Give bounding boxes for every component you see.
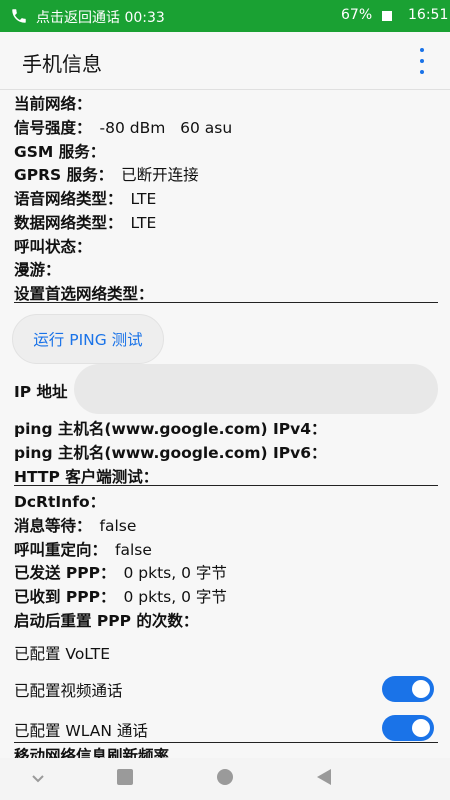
page-title: 手机信息: [22, 52, 102, 76]
ip-address-label: IP 地址: [14, 383, 68, 401]
ppp-sent-label: 已发送 PPP：: [14, 564, 116, 582]
toggle-knob: [412, 680, 430, 698]
call-state-label: 呼叫状态：: [14, 238, 92, 256]
call-redirect-value: false: [115, 541, 152, 559]
data-network-type-value: LTE: [130, 214, 157, 232]
signal-strength-label: 信号强度：: [14, 119, 92, 137]
ppp-reset-count-label: 启动后重置 PPP 的次数：: [14, 612, 199, 630]
gprs-service-value: 已断开连接: [121, 166, 199, 184]
message-waiting-label: 消息等待：: [14, 517, 92, 535]
preferred-network-label[interactable]: 设置首选网络类型：: [14, 285, 154, 303]
app-bar: 手机信息: [0, 32, 450, 90]
ppp-reset-count-row: 启动后重置 PPP 的次数：: [14, 609, 206, 631]
phone-icon: [12, 9, 26, 23]
home-icon[interactable]: [216, 768, 234, 786]
data-network-type-row: 数据网络类型： LTE: [14, 211, 156, 233]
volte-provisioned-label: 已配置 VoLTE: [14, 645, 111, 663]
collapse-icon[interactable]: [30, 771, 46, 787]
signal-strength-value: -80 dBm 60 asu: [99, 119, 233, 137]
signal-strength-row: 信号强度： -80 dBm 60 asu: [14, 116, 232, 138]
voice-network-type-value: LTE: [130, 190, 157, 208]
more-options-icon[interactable]: [414, 48, 430, 74]
phone-info-list[interactable]: 当前网络： 信号强度： -80 dBm 60 asu GSM 服务： GPRS 服…: [0, 90, 450, 758]
ppp-received-row: 已收到 PPP： 0 pkts, 0 字节: [14, 585, 227, 607]
run-ping-test-button[interactable]: 运行 PING 测试: [12, 314, 164, 364]
gsm-service-row: GSM 服务：: [14, 140, 113, 162]
ping-ipv6-label: ping 主机名(www.google.com) IPv6：: [14, 444, 327, 462]
call-state-row: 呼叫状态：: [14, 235, 100, 257]
wlan-call-toggle[interactable]: [382, 715, 434, 741]
divider: [14, 742, 438, 743]
message-waiting-row: 消息等待： false: [14, 514, 136, 536]
dcrtinfo-label: DcRtInfo：: [14, 493, 106, 511]
video-call-toggle[interactable]: [382, 676, 434, 702]
gprs-service-label: GPRS 服务：: [14, 166, 114, 184]
ping-ipv6-row: ping 主机名(www.google.com) IPv6：: [14, 441, 327, 463]
refresh-rate-row[interactable]: 移动网络信息刷新频率: [14, 744, 169, 758]
ping-ipv4-row: ping 主机名(www.google.com) IPv4：: [14, 417, 327, 439]
toggle-knob: [412, 719, 430, 737]
ongoing-call-text[interactable]: 点击返回通话 00:33: [36, 7, 165, 27]
roaming-row: 漫游：: [14, 258, 69, 280]
wlan-call-provisioned-label: 已配置 WLAN 通话: [14, 722, 148, 740]
battery-icon: [382, 11, 392, 21]
clock: 16:51: [408, 7, 449, 23]
battery-percent: 67%: [341, 7, 373, 23]
ip-address-field[interactable]: [74, 364, 438, 414]
video-call-provisioned-label: 已配置视频通话: [14, 682, 123, 700]
http-client-test-label: HTTP 客户端测试：: [14, 468, 159, 486]
back-icon[interactable]: [315, 768, 333, 786]
divider: [14, 302, 438, 303]
ppp-sent-value: 0 pkts, 0 字节: [123, 564, 227, 582]
voice-network-type-label: 语音网络类型：: [14, 190, 123, 208]
dcrtinfo-row: DcRtInfo：: [14, 490, 113, 512]
ppp-received-label: 已收到 PPP：: [14, 588, 116, 606]
ppp-received-value: 0 pkts, 0 字节: [123, 588, 227, 606]
preferred-network-row[interactable]: 设置首选网络类型：: [14, 282, 162, 304]
call-redirect-row: 呼叫重定向： false: [14, 538, 152, 560]
gprs-service-row: GPRS 服务： 已断开连接: [14, 163, 199, 185]
navigation-bar: [0, 758, 450, 800]
refresh-rate-label[interactable]: 移动网络信息刷新频率: [14, 747, 169, 758]
ip-address-row: IP 地址: [14, 380, 68, 402]
current-network-label: 当前网络：: [14, 95, 92, 113]
divider: [14, 485, 438, 486]
ping-ipv4-label: ping 主机名(www.google.com) IPv4：: [14, 420, 327, 438]
recents-icon[interactable]: [116, 768, 134, 786]
roaming-label: 漫游：: [14, 261, 61, 279]
gsm-service-label: GSM 服务：: [14, 143, 106, 161]
voice-network-type-row: 语音网络类型： LTE: [14, 187, 156, 209]
status-bar: 点击返回通话 00:33 67% 16:51: [0, 0, 450, 32]
data-network-type-label: 数据网络类型：: [14, 214, 123, 232]
call-redirect-label: 呼叫重定向：: [14, 541, 108, 559]
http-client-test-row: HTTP 客户端测试：: [14, 465, 158, 487]
message-waiting-value: false: [99, 517, 137, 535]
current-network-row: 当前网络：: [14, 92, 100, 114]
ppp-sent-row: 已发送 PPP： 0 pkts, 0 字节: [14, 561, 227, 583]
